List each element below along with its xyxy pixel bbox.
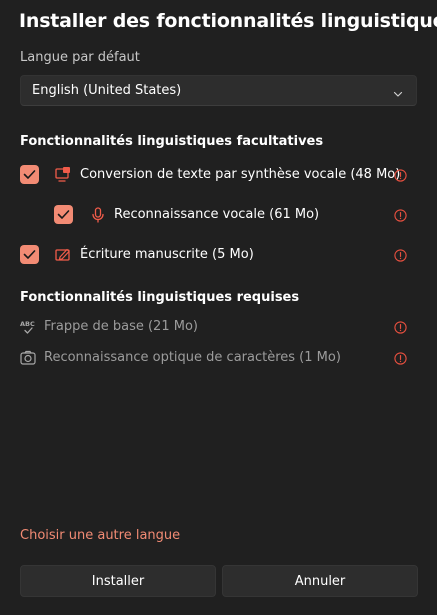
spellcheck-icon: ABC [19,318,37,336]
handwriting-icon [54,246,72,264]
default-language-value: English (United States) [32,83,182,98]
info-icon[interactable] [394,247,407,262]
optional-features-heading: Fonctionnalités linguistiques facultativ… [20,134,324,149]
ocr-icon [19,349,37,367]
required-features-heading: Fonctionnalités linguistiques requises [20,290,300,305]
info-icon[interactable] [394,167,407,182]
ocr-label: Reconnaissance optique de caractères (1 … [44,350,341,365]
required-feature-typing: ABC Frappe de base (21 Mo) [0,313,437,341]
optional-feature-handwriting: Écriture manuscrite (5 Mo) [0,241,437,269]
speech-checkbox[interactable] [54,205,73,224]
info-icon[interactable] [394,207,407,222]
required-feature-ocr: Reconnaissance optique de caractères (1 … [0,344,437,372]
typing-label: Frappe de base (21 Mo) [44,319,198,334]
chevron-down-icon [392,85,404,97]
optional-feature-speech: Reconnaissance vocale (61 Mo) [0,201,437,229]
svg-text:ABC: ABC [20,320,35,328]
speech-label: Reconnaissance vocale (61 Mo) [114,207,320,222]
choose-other-language-link[interactable]: Choisir une autre langue [20,528,180,543]
tts-label: Conversion de texte par synthèse vocale … [80,167,401,182]
install-button[interactable]: Installer [20,565,216,597]
info-icon[interactable] [394,350,407,365]
tts-icon [54,166,72,184]
tts-checkbox[interactable] [20,165,39,184]
default-language-label: Langue par défaut [20,50,140,65]
default-language-dropdown[interactable]: English (United States) [20,75,417,106]
handwriting-label: Écriture manuscrite (5 Mo) [80,247,254,262]
optional-feature-tts: Conversion de texte par synthèse vocale … [0,161,437,189]
cancel-button[interactable]: Annuler [222,565,418,597]
info-icon[interactable] [394,319,407,334]
dialog-title: Installer des fonctionnalités linguistiq… [19,10,437,32]
microphone-icon [89,206,107,224]
handwriting-checkbox[interactable] [20,245,39,264]
